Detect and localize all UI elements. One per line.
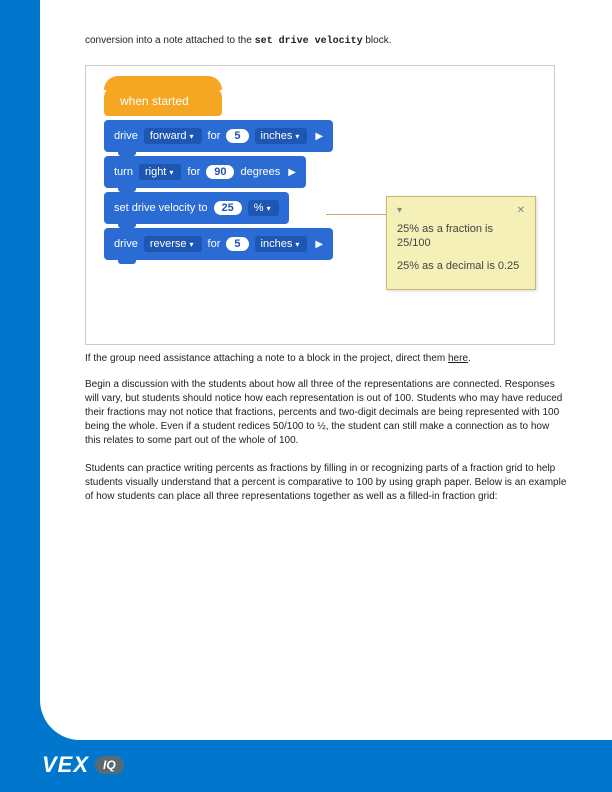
dd-label: inches bbox=[261, 238, 293, 250]
intro-suffix: block. bbox=[363, 35, 392, 46]
note-header: ▾ ✕ bbox=[397, 205, 525, 216]
direction-dropdown[interactable]: reverse bbox=[144, 236, 202, 252]
value-input[interactable]: 25 bbox=[214, 201, 242, 215]
dd-label: % bbox=[254, 202, 264, 214]
dd-label: inches bbox=[261, 130, 293, 142]
intro-prefix: conversion into a note attached to the bbox=[85, 35, 255, 46]
paragraph-2: Students can practice writing percents a… bbox=[85, 462, 567, 504]
play-icon[interactable]: ▶ bbox=[288, 167, 296, 178]
cmd-label: drive bbox=[114, 130, 138, 142]
unit-dropdown[interactable]: inches bbox=[255, 128, 308, 144]
caption-suffix: . bbox=[468, 353, 471, 364]
cmd-label: set drive velocity to bbox=[114, 202, 208, 214]
direction-dropdown[interactable]: forward bbox=[144, 128, 202, 144]
drive-reverse-block[interactable]: drive reverse for 5 inches ▶ bbox=[104, 228, 333, 260]
when-started-block[interactable]: when started bbox=[104, 84, 222, 116]
page-content: conversion into a note attached to the s… bbox=[40, 0, 612, 740]
cmd-label: drive bbox=[114, 238, 138, 250]
footer-logo: VEX IQ bbox=[42, 752, 124, 778]
caption-text: If the group need assistance attaching a… bbox=[85, 353, 567, 364]
unit-label: degrees bbox=[240, 166, 280, 178]
set-drive-velocity-block[interactable]: set drive velocity to 25 % bbox=[104, 192, 289, 224]
caption-prefix: If the group need assistance attaching a… bbox=[85, 353, 448, 364]
cmd-label: turn bbox=[114, 166, 133, 178]
iq-badge: IQ bbox=[95, 756, 124, 774]
note-collapse-icon[interactable]: ▾ bbox=[397, 205, 402, 216]
block-stack: when started drive forward for 5 inches … bbox=[104, 84, 333, 260]
turn-right-block[interactable]: turn right for 90 degrees ▶ bbox=[104, 156, 306, 188]
unit-dropdown[interactable]: inches bbox=[255, 236, 308, 252]
intro-text: conversion into a note attached to the s… bbox=[85, 35, 567, 47]
play-icon[interactable]: ▶ bbox=[315, 239, 323, 250]
dd-label: reverse bbox=[150, 238, 187, 250]
block-canvas: when started drive forward for 5 inches … bbox=[85, 65, 555, 345]
intro-code: set drive velocity bbox=[255, 36, 363, 47]
vex-brand: VEX bbox=[42, 752, 89, 778]
for-label: for bbox=[208, 238, 221, 250]
unit-dropdown[interactable]: % bbox=[248, 200, 279, 216]
dd-label: forward bbox=[150, 130, 187, 142]
value-input[interactable]: 5 bbox=[226, 237, 248, 251]
direction-dropdown[interactable]: right bbox=[139, 164, 181, 180]
value-input[interactable]: 5 bbox=[226, 129, 248, 143]
drive-forward-block[interactable]: drive forward for 5 inches ▶ bbox=[104, 120, 333, 152]
here-link[interactable]: here bbox=[448, 353, 468, 364]
note-line-2: 25% as a decimal is 0.25 bbox=[397, 259, 525, 273]
sticky-note[interactable]: ▾ ✕ 25% as a fraction is 25/100 25% as a… bbox=[386, 196, 536, 290]
value-input[interactable]: 90 bbox=[206, 165, 234, 179]
hat-label: when started bbox=[120, 94, 189, 108]
paragraph-1: Begin a discussion with the students abo… bbox=[85, 378, 567, 448]
note-line-1: 25% as a fraction is 25/100 bbox=[397, 222, 525, 251]
for-label: for bbox=[208, 130, 221, 142]
play-icon[interactable]: ▶ bbox=[315, 131, 323, 142]
connector-line bbox=[326, 214, 386, 215]
for-label: for bbox=[187, 166, 200, 178]
note-close-icon[interactable]: ✕ bbox=[517, 205, 525, 216]
dd-label: right bbox=[145, 166, 166, 178]
